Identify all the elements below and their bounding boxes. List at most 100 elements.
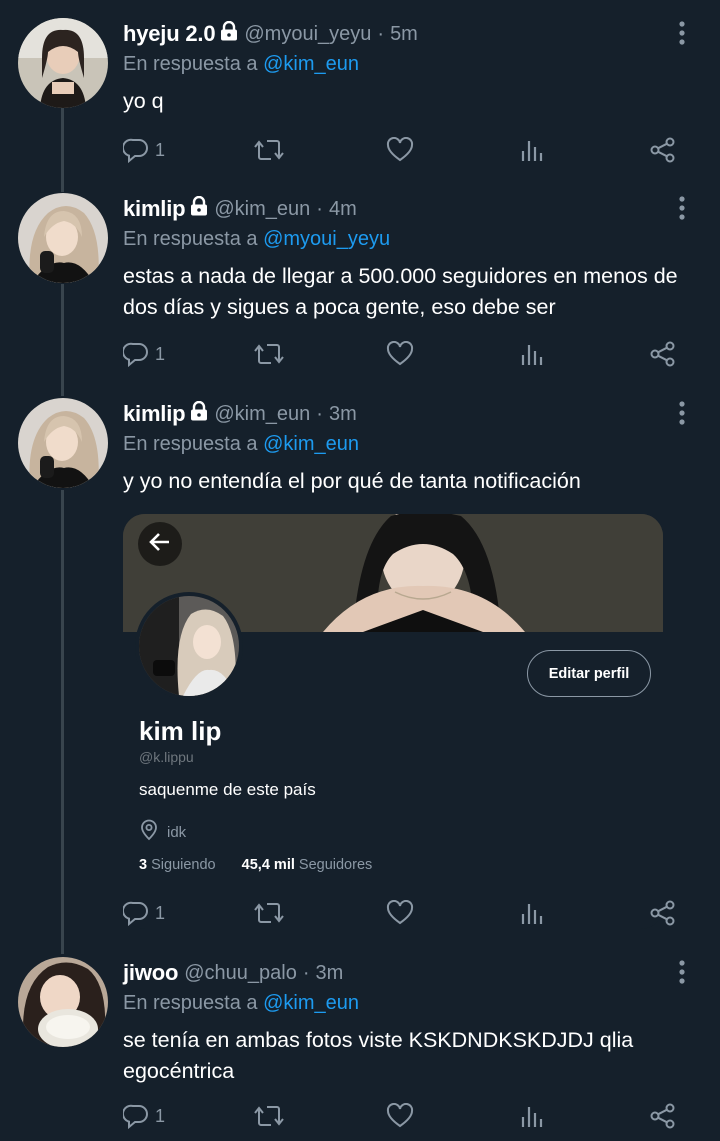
reply-mention[interactable]: @myoui_yeyu bbox=[263, 228, 390, 250]
tweet[interactable]: hyeju 2.0 @myoui_yeyu · 5m En respuesta … bbox=[0, 18, 720, 193]
reply-button[interactable]: 1 bbox=[123, 132, 165, 168]
separator: · bbox=[302, 961, 310, 984]
like-icon bbox=[386, 900, 414, 926]
separator: · bbox=[316, 197, 323, 220]
user-handle[interactable]: @myoui_yeyu bbox=[244, 23, 371, 46]
views-button[interactable] bbox=[519, 895, 545, 931]
reply-context: En respuesta a @myoui_yeyu bbox=[123, 225, 700, 253]
lock-icon bbox=[220, 20, 238, 47]
back-button[interactable] bbox=[138, 522, 182, 566]
user-handle[interactable]: @chuu_palo bbox=[184, 962, 297, 985]
display-name[interactable]: hyeju 2.0 bbox=[123, 21, 216, 47]
lock-icon bbox=[190, 195, 208, 222]
retweet-icon bbox=[253, 1103, 285, 1129]
location-icon bbox=[139, 819, 167, 845]
tweet-text: estas a nada de llegar a 500.000 seguido… bbox=[123, 264, 678, 319]
share-button[interactable] bbox=[649, 1098, 677, 1134]
tweet-text: se tenía en ambas fotos viste KSKDNDKSKD… bbox=[123, 1028, 634, 1083]
views-icon bbox=[519, 341, 545, 367]
profile-location: idk bbox=[139, 819, 186, 845]
tweet-header: hyeju 2.0 @myoui_yeyu · 5m bbox=[123, 18, 700, 50]
views-icon bbox=[519, 1103, 545, 1129]
following-label: Siguiendo bbox=[151, 857, 216, 873]
profile-stats: 3 Siguiendo 45,4 mil Seguidores bbox=[139, 857, 372, 873]
separator: · bbox=[377, 22, 385, 45]
avatar[interactable] bbox=[18, 957, 108, 1047]
avatar[interactable] bbox=[18, 18, 108, 108]
reply-prefix: En respuesta a bbox=[123, 53, 258, 75]
more-icon[interactable] bbox=[664, 400, 700, 432]
lock-icon bbox=[190, 400, 208, 427]
display-name[interactable]: kimlip bbox=[123, 401, 186, 427]
reply-button[interactable]: 1 bbox=[123, 336, 165, 372]
reply-icon bbox=[123, 1103, 149, 1129]
retweet-button[interactable] bbox=[253, 1098, 285, 1134]
reply-count: 1 bbox=[155, 1105, 166, 1126]
profile-avatar bbox=[135, 592, 243, 700]
views-button[interactable] bbox=[519, 336, 545, 372]
tweet-header: kimlip @kim_eun · 4m bbox=[123, 193, 700, 225]
reply-count: 1 bbox=[155, 343, 166, 364]
reply-context: En respuesta a @kim_eun bbox=[123, 989, 700, 1017]
more-icon[interactable] bbox=[664, 195, 700, 227]
share-button[interactable] bbox=[649, 132, 677, 168]
reply-count: 1 bbox=[155, 902, 166, 923]
reply-icon bbox=[123, 341, 149, 367]
reply-button[interactable]: 1 bbox=[123, 895, 165, 931]
tweet-actions: 1 bbox=[123, 1098, 683, 1134]
views-button[interactable] bbox=[519, 1098, 545, 1134]
reply-button[interactable]: 1 bbox=[123, 1098, 165, 1134]
reply-context: En respuesta a @kim_eun bbox=[123, 50, 700, 78]
reply-icon bbox=[123, 137, 149, 163]
avatar[interactable] bbox=[18, 398, 108, 488]
tweet-text: y yo no entendía el por qué de tanta not… bbox=[123, 469, 581, 493]
tweet[interactable]: jiwoo @chuu_palo · 3m En respuesta a @ki… bbox=[0, 957, 720, 1141]
share-icon bbox=[649, 1102, 677, 1130]
profile-bio: saquenme de este país bbox=[139, 780, 316, 799]
reply-mention[interactable]: @kim_eun bbox=[263, 53, 359, 75]
like-button[interactable] bbox=[386, 336, 414, 372]
share-button[interactable] bbox=[649, 895, 677, 931]
like-button[interactable] bbox=[386, 132, 414, 168]
reply-icon bbox=[123, 900, 149, 926]
reply-context: En respuesta a @kim_eun bbox=[123, 430, 700, 458]
views-icon bbox=[519, 900, 545, 926]
edit-profile-button[interactable]: Editar perfil bbox=[527, 650, 651, 697]
share-icon bbox=[649, 340, 677, 368]
timestamp[interactable]: 3m bbox=[329, 403, 357, 426]
timestamp[interactable]: 3m bbox=[316, 962, 344, 985]
share-icon bbox=[649, 899, 677, 927]
more-icon[interactable] bbox=[664, 959, 700, 991]
reply-mention[interactable]: @kim_eun bbox=[263, 992, 359, 1014]
tweet-header: jiwoo @chuu_palo · 3m bbox=[123, 957, 700, 989]
share-icon bbox=[649, 136, 677, 164]
reply-mention[interactable]: @kim_eun bbox=[263, 433, 359, 455]
retweet-button[interactable] bbox=[253, 132, 285, 168]
tweet-actions: 1 bbox=[123, 895, 683, 931]
like-button[interactable] bbox=[386, 895, 414, 931]
separator: · bbox=[316, 402, 323, 425]
user-handle[interactable]: @kim_eun bbox=[214, 403, 310, 426]
display-name[interactable]: kimlip bbox=[123, 196, 186, 222]
tweet[interactable]: kimlip @kim_eun · 4m En respuesta a @myo… bbox=[0, 193, 720, 398]
timestamp[interactable]: 5m bbox=[390, 23, 418, 46]
share-button[interactable] bbox=[649, 336, 677, 372]
views-button[interactable] bbox=[519, 132, 545, 168]
tweet[interactable]: kimlip @kim_eun · 3m En respuesta a @kim… bbox=[0, 398, 720, 954]
location-text: idk bbox=[167, 823, 187, 841]
like-icon bbox=[386, 1103, 414, 1129]
back-arrow-icon bbox=[149, 531, 171, 558]
more-icon[interactable] bbox=[664, 20, 700, 52]
retweet-button[interactable] bbox=[253, 336, 285, 372]
attached-image[interactable]: Editar perfil kim lip @k.lippu saquenme … bbox=[123, 514, 663, 929]
like-button[interactable] bbox=[386, 1098, 414, 1134]
avatar[interactable] bbox=[18, 193, 108, 283]
retweet-button[interactable] bbox=[253, 895, 285, 931]
user-handle[interactable]: @kim_eun bbox=[214, 198, 310, 221]
timestamp[interactable]: 4m bbox=[329, 198, 357, 221]
profile-name: kim lip bbox=[139, 716, 222, 746]
profile-handle: @k.lippu bbox=[139, 749, 194, 765]
tweet-actions: 1 bbox=[123, 336, 683, 372]
display-name[interactable]: jiwoo bbox=[123, 960, 178, 986]
tweet-actions: 1 bbox=[123, 132, 683, 168]
